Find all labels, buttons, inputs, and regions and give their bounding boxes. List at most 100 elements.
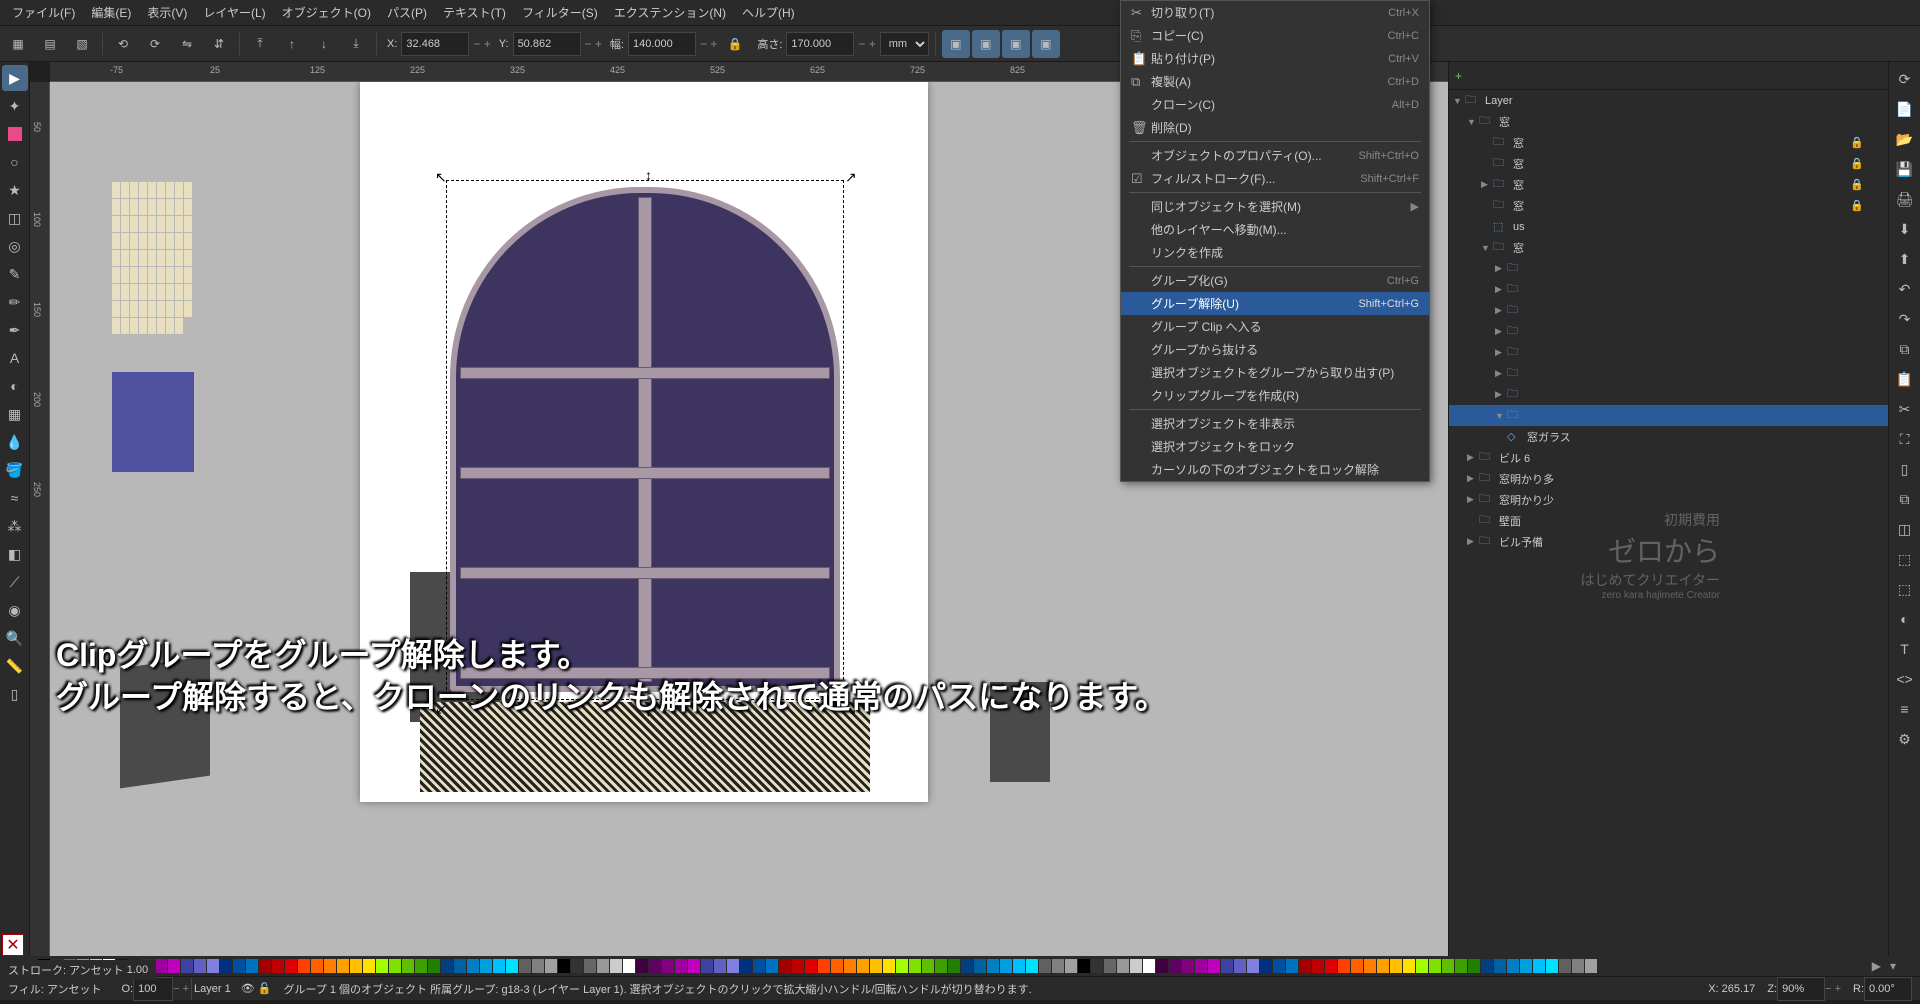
menu-file[interactable]: ファイル(F): [4, 0, 83, 25]
color-swatch[interactable]: [1299, 959, 1311, 973]
layer-row[interactable]: ▶🗀窓明かり少: [1449, 489, 1888, 510]
layer-row[interactable]: 🗀窓🔒: [1449, 132, 1888, 153]
lower-icon[interactable]: ↓: [310, 30, 338, 58]
gradient-tool[interactable]: ◐: [2, 373, 28, 399]
color-swatch[interactable]: [1325, 959, 1337, 973]
eraser-tool[interactable]: ◧: [2, 541, 28, 567]
menu-layer[interactable]: レイヤー(L): [195, 0, 273, 25]
selection-box[interactable]: ↖ ↗ ↕ ↙ ↘ ↕: [446, 180, 844, 700]
layer-row[interactable]: ▼🗀: [1449, 405, 1888, 426]
menu-object[interactable]: オブジェクト(O): [274, 0, 379, 25]
layer-row[interactable]: ⬚us: [1449, 216, 1888, 237]
layer-row[interactable]: ▶🗀: [1449, 300, 1888, 321]
color-swatch[interactable]: [1143, 959, 1155, 973]
color-swatch[interactable]: [883, 959, 895, 973]
color-swatch[interactable]: [1013, 959, 1025, 973]
color-swatch[interactable]: [467, 959, 479, 973]
ctx-item[interactable]: 他のレイヤーへ移動(M)...: [1121, 218, 1429, 241]
color-swatch[interactable]: [1585, 959, 1597, 973]
lock-aspect-icon[interactable]: 🔒: [721, 30, 749, 58]
node-tool[interactable]: ✦: [2, 93, 28, 119]
dropper-tool[interactable]: 💧: [2, 429, 28, 455]
rotation-input[interactable]: [1864, 977, 1912, 1001]
clone-icon[interactable]: ◫: [1891, 515, 1919, 543]
color-swatch[interactable]: [1208, 959, 1220, 973]
color-swatch[interactable]: [1559, 959, 1571, 973]
color-swatch[interactable]: [974, 959, 986, 973]
color-swatch[interactable]: [1312, 959, 1324, 973]
color-swatch[interactable]: [1000, 959, 1012, 973]
opacity-input[interactable]: [133, 977, 173, 1001]
color-swatch[interactable]: [1026, 959, 1038, 973]
color-swatch[interactable]: [935, 959, 947, 973]
menu-extension[interactable]: エクステンション(N): [606, 0, 734, 25]
menu-help[interactable]: ヘルプ(H): [734, 0, 803, 25]
color-swatch[interactable]: [1039, 959, 1051, 973]
fill-value[interactable]: アンセット: [47, 981, 102, 997]
color-swatch[interactable]: [662, 959, 674, 973]
connector-tool[interactable]: ⟋: [2, 569, 28, 595]
y-input[interactable]: [513, 32, 581, 56]
color-swatch[interactable]: [285, 959, 297, 973]
color-swatch[interactable]: [766, 959, 778, 973]
color-swatch[interactable]: [831, 959, 843, 973]
zoom-input[interactable]: [1777, 977, 1825, 1001]
color-swatch[interactable]: [1403, 959, 1415, 973]
color-swatch[interactable]: [896, 959, 908, 973]
color-swatch[interactable]: [1494, 959, 1506, 973]
color-swatch[interactable]: [675, 959, 687, 973]
color-swatch[interactable]: [1429, 959, 1441, 973]
ruler-vertical[interactable]: 50 100 150 200 250: [30, 82, 50, 956]
menu-view[interactable]: 表示(V): [139, 0, 195, 25]
ctx-item[interactable]: ☑フィル/ストローク(F)...Shift+Ctrl+F: [1121, 167, 1429, 190]
color-swatch[interactable]: [649, 959, 661, 973]
color-swatch[interactable]: [1104, 959, 1116, 973]
color-swatch[interactable]: [1247, 959, 1259, 973]
ctx-item[interactable]: グループ Clip へ入る: [1121, 315, 1429, 338]
color-swatch[interactable]: [519, 959, 531, 973]
prefs-icon[interactable]: ⚙: [1891, 725, 1919, 753]
scale-stroke-icon[interactable]: ▣: [942, 30, 970, 58]
selector-tool[interactable]: ▶: [2, 65, 28, 91]
layer-row-root[interactable]: ▼🗀Layer: [1449, 90, 1888, 111]
3dbox-tool[interactable]: ◫: [2, 205, 28, 231]
color-swatch[interactable]: [1195, 959, 1207, 973]
color-swatch[interactable]: [181, 959, 193, 973]
color-swatch[interactable]: [1078, 959, 1090, 973]
pencil-tool[interactable]: ✏: [2, 289, 28, 315]
color-swatch[interactable]: [441, 959, 453, 973]
color-swatch[interactable]: [688, 959, 700, 973]
color-swatch[interactable]: [402, 959, 414, 973]
menu-text[interactable]: テキスト(T): [435, 0, 514, 25]
color-swatch[interactable]: [857, 959, 869, 973]
save-icon[interactable]: 💾: [1891, 155, 1919, 183]
fill-stroke-icon[interactable]: ◐: [1891, 605, 1919, 633]
color-swatch[interactable]: [597, 959, 609, 973]
color-swatch[interactable]: [155, 959, 167, 973]
add-layer-icon[interactable]: +: [1455, 69, 1462, 83]
bezier-tool[interactable]: ✎: [2, 261, 28, 287]
flip-v-icon[interactable]: ⇵: [205, 30, 233, 58]
color-swatch[interactable]: [1520, 959, 1532, 973]
color-swatch[interactable]: [1286, 959, 1298, 973]
layer-row[interactable]: ▼🗀窓: [1449, 237, 1888, 258]
layer-row[interactable]: ▶🗀: [1449, 363, 1888, 384]
scale-pattern-icon[interactable]: ▣: [1032, 30, 1060, 58]
group-icon[interactable]: ⬚: [1891, 545, 1919, 573]
color-swatch[interactable]: [324, 959, 336, 973]
color-swatch[interactable]: [636, 959, 648, 973]
layer-indicator[interactable]: Layer 1: [194, 983, 231, 995]
color-swatch[interactable]: [571, 959, 583, 973]
ctx-item[interactable]: クローン(C)Alt+D: [1121, 93, 1429, 116]
layer-row[interactable]: ▼🗀窓: [1449, 111, 1888, 132]
color-swatch[interactable]: [233, 959, 245, 973]
import-icon[interactable]: ⬇: [1891, 215, 1919, 243]
color-swatch[interactable]: [1416, 959, 1428, 973]
raise-icon[interactable]: ↑: [278, 30, 306, 58]
ctx-item[interactable]: グループ化(G)Ctrl+G: [1121, 269, 1429, 292]
ctx-item[interactable]: カーソルの下のオブジェクトをロック解除: [1121, 458, 1429, 481]
color-swatch[interactable]: [506, 959, 518, 973]
layer-row[interactable]: ▶🗀: [1449, 342, 1888, 363]
tweak-tool[interactable]: ≈: [2, 485, 28, 511]
text-dialog-icon[interactable]: T: [1891, 635, 1919, 663]
